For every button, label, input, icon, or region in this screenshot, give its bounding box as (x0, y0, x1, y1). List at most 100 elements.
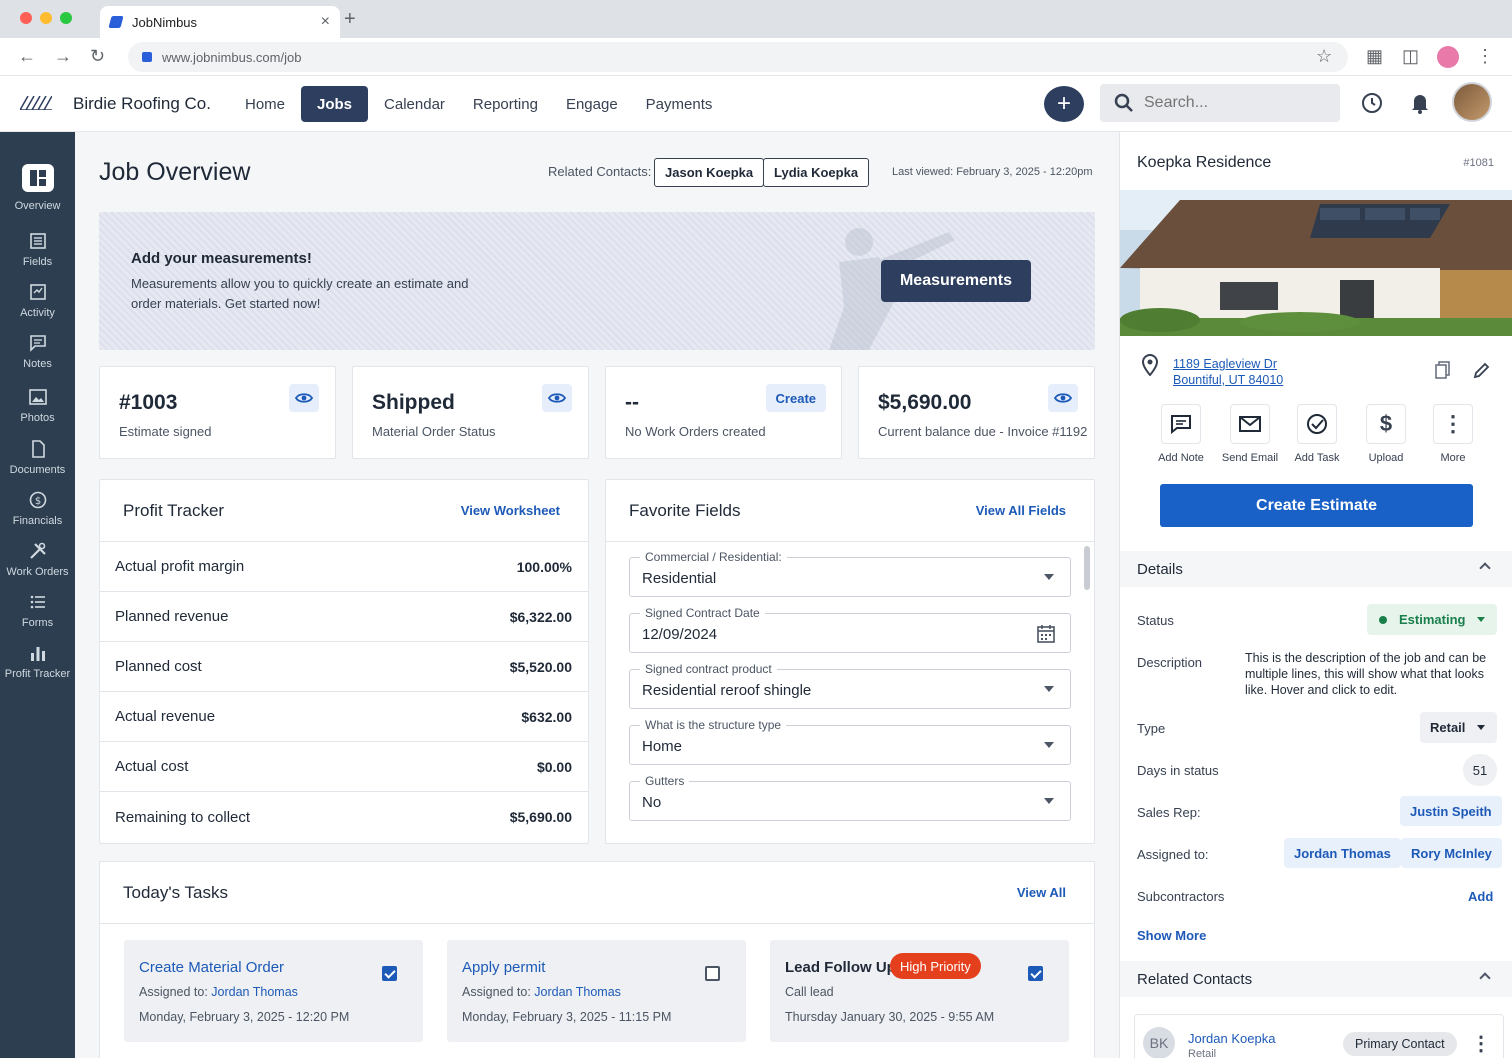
edit-pencil-icon[interactable] (1473, 361, 1491, 379)
sidepanel-icon[interactable]: ◫ (1402, 46, 1419, 67)
eye-icon[interactable] (542, 384, 572, 412)
field-value[interactable]: Residential (642, 570, 716, 587)
nav-calendar[interactable]: Calendar (372, 86, 457, 122)
extensions-icon[interactable]: ▦ (1366, 46, 1383, 67)
user-avatar[interactable] (1452, 82, 1492, 122)
calendar-icon[interactable] (1036, 624, 1056, 649)
send-email-action[interactable]: Send Email (1215, 404, 1285, 464)
sidebar-item-work-orders[interactable]: Work Orders (0, 542, 75, 578)
task-title[interactable]: Apply permit (462, 959, 545, 976)
sidebar-item-overview[interactable]: Overview (0, 164, 75, 212)
address-line-2[interactable]: Bountiful, UT 84010 (1173, 372, 1283, 388)
related-contacts-section-header[interactable]: Related Contacts (1120, 961, 1512, 997)
description-value[interactable]: This is the description of the job and c… (1245, 650, 1500, 698)
favorite-field[interactable]: Commercial / Residential: Residential (629, 550, 1071, 597)
contact-card[interactable]: BK Jordan Koepka Retail Primary Contact … (1134, 1014, 1504, 1058)
nav-payments[interactable]: Payments (634, 86, 725, 122)
close-tab-icon[interactable]: × (321, 13, 330, 31)
reload-icon[interactable]: ↻ (90, 46, 105, 67)
field-value[interactable]: 12/09/2024 (642, 626, 717, 643)
field-value[interactable]: Residential reroof shingle (642, 682, 811, 699)
nav-engage[interactable]: Engage (554, 86, 630, 122)
add-note-action[interactable]: Add Note (1146, 404, 1216, 464)
nav-reporting[interactable]: Reporting (461, 86, 550, 122)
bell-icon[interactable] (1410, 92, 1430, 114)
view-all-fields-link[interactable]: View All Fields (976, 503, 1066, 518)
clock-icon[interactable] (1361, 92, 1383, 114)
sidebar-item-documents[interactable]: Documents (0, 440, 75, 476)
caret-down-icon[interactable] (1044, 574, 1054, 580)
field-value[interactable]: Home (642, 738, 682, 755)
close-window-icon[interactable] (20, 12, 32, 24)
add-task-action[interactable]: Add Task (1282, 404, 1352, 464)
task-card[interactable]: Lead Follow Up High Priority Call lead T… (770, 940, 1069, 1042)
task-card[interactable]: Create Material Order Assigned to: Jorda… (124, 940, 423, 1042)
eye-icon[interactable] (1048, 384, 1078, 412)
task-card[interactable]: Apply permit Assigned to: Jordan Thomas … (447, 940, 746, 1042)
nav-home[interactable]: Home (233, 86, 297, 122)
sidebar-item-profit-tracker[interactable]: Profit Tracker (0, 644, 75, 680)
measurements-button[interactable]: Measurements (881, 260, 1031, 302)
create-estimate-button[interactable]: Create Estimate (1160, 484, 1473, 527)
search-box[interactable] (1100, 84, 1340, 122)
sidebar-item-photos[interactable]: Photos (0, 388, 75, 424)
browser-menu-icon[interactable]: ⋮ (1476, 46, 1494, 67)
related-contact-chip[interactable]: Jason Koepka (654, 158, 765, 187)
contact-more-icon[interactable]: ⋮ (1471, 1031, 1491, 1056)
task-assignee[interactable]: Jordan Thomas (211, 985, 298, 999)
favorite-field[interactable]: Gutters No (629, 774, 1071, 821)
maximize-window-icon[interactable] (60, 12, 72, 24)
status-dropdown[interactable]: Estimating (1367, 604, 1497, 635)
chevron-up-icon[interactable] (1479, 562, 1491, 574)
address-line-1[interactable]: 1189 Eagleview Dr (1173, 356, 1283, 372)
minimize-window-icon[interactable] (40, 12, 52, 24)
task-title[interactable]: Lead Follow Up (785, 959, 896, 976)
sidebar-item-activity[interactable]: Activity (0, 283, 75, 319)
bookmark-star-icon[interactable]: ☆ (1316, 46, 1332, 67)
field-value[interactable]: No (642, 794, 661, 811)
job-address[interactable]: 1189 Eagleview Dr Bountiful, UT 84010 (1173, 356, 1283, 388)
profile-icon[interactable] (1437, 46, 1459, 68)
browser-tab[interactable]: JobNimbus × (100, 6, 340, 38)
contact-name[interactable]: Jordan Koepka (1188, 1031, 1275, 1046)
sidebar-item-forms[interactable]: Forms (0, 593, 75, 629)
nav-jobs[interactable]: Jobs (301, 86, 369, 122)
show-more-link[interactable]: Show More (1137, 928, 1206, 943)
view-worksheet-link[interactable]: View Worksheet (461, 503, 560, 518)
related-contact-chip[interactable]: Lydia Koepka (763, 158, 870, 187)
create-new-button[interactable]: + (1044, 86, 1084, 122)
more-action[interactable]: ⋮ More (1418, 404, 1488, 464)
upload-action[interactable]: $ Upload (1351, 404, 1421, 464)
add-subcontractor-link[interactable]: Add (1468, 889, 1493, 904)
new-tab-icon[interactable]: + (344, 8, 356, 31)
brand-logo-icon[interactable] (20, 96, 52, 110)
search-input[interactable] (1144, 94, 1324, 112)
caret-down-icon[interactable] (1044, 742, 1054, 748)
task-title[interactable]: Create Material Order (139, 959, 284, 976)
sidebar-item-fields[interactable]: Fields (0, 232, 75, 268)
caret-down-icon[interactable] (1044, 686, 1054, 692)
task-checkbox[interactable] (705, 966, 720, 981)
create-work-order-button[interactable]: Create (765, 384, 826, 412)
eye-icon[interactable] (289, 384, 319, 412)
chevron-up-icon[interactable] (1479, 972, 1491, 984)
assignee-chip[interactable]: Rory McInley (1401, 838, 1502, 868)
house-photo[interactable] (1120, 190, 1512, 336)
task-checkbox[interactable] (1028, 966, 1043, 981)
sidebar-item-notes[interactable]: Notes (0, 334, 75, 370)
sidebar-item-financials[interactable]: $ Financials (0, 491, 75, 527)
type-dropdown[interactable]: Retail (1420, 712, 1497, 743)
favorite-field[interactable]: What is the structure type Home (629, 718, 1071, 765)
assignee-chip[interactable]: Jordan Thomas (1284, 838, 1401, 868)
back-icon[interactable]: ← (18, 46, 36, 67)
favorite-field[interactable]: Signed contract product Residential reroo… (629, 662, 1071, 709)
forward-icon[interactable]: → (54, 46, 72, 67)
details-section-header[interactable]: Details (1120, 551, 1512, 587)
favorite-field[interactable]: Signed Contract Date 12/09/2024 (629, 606, 1071, 653)
caret-down-icon[interactable] (1044, 798, 1054, 804)
sales-rep-chip[interactable]: Justin Speith (1400, 796, 1502, 826)
task-assignee[interactable]: Jordan Thomas (534, 985, 621, 999)
url-field[interactable]: www.jobnimbus.com/job (128, 42, 1348, 72)
view-all-tasks-link[interactable]: View All (1017, 885, 1066, 900)
task-checkbox[interactable] (382, 966, 397, 981)
